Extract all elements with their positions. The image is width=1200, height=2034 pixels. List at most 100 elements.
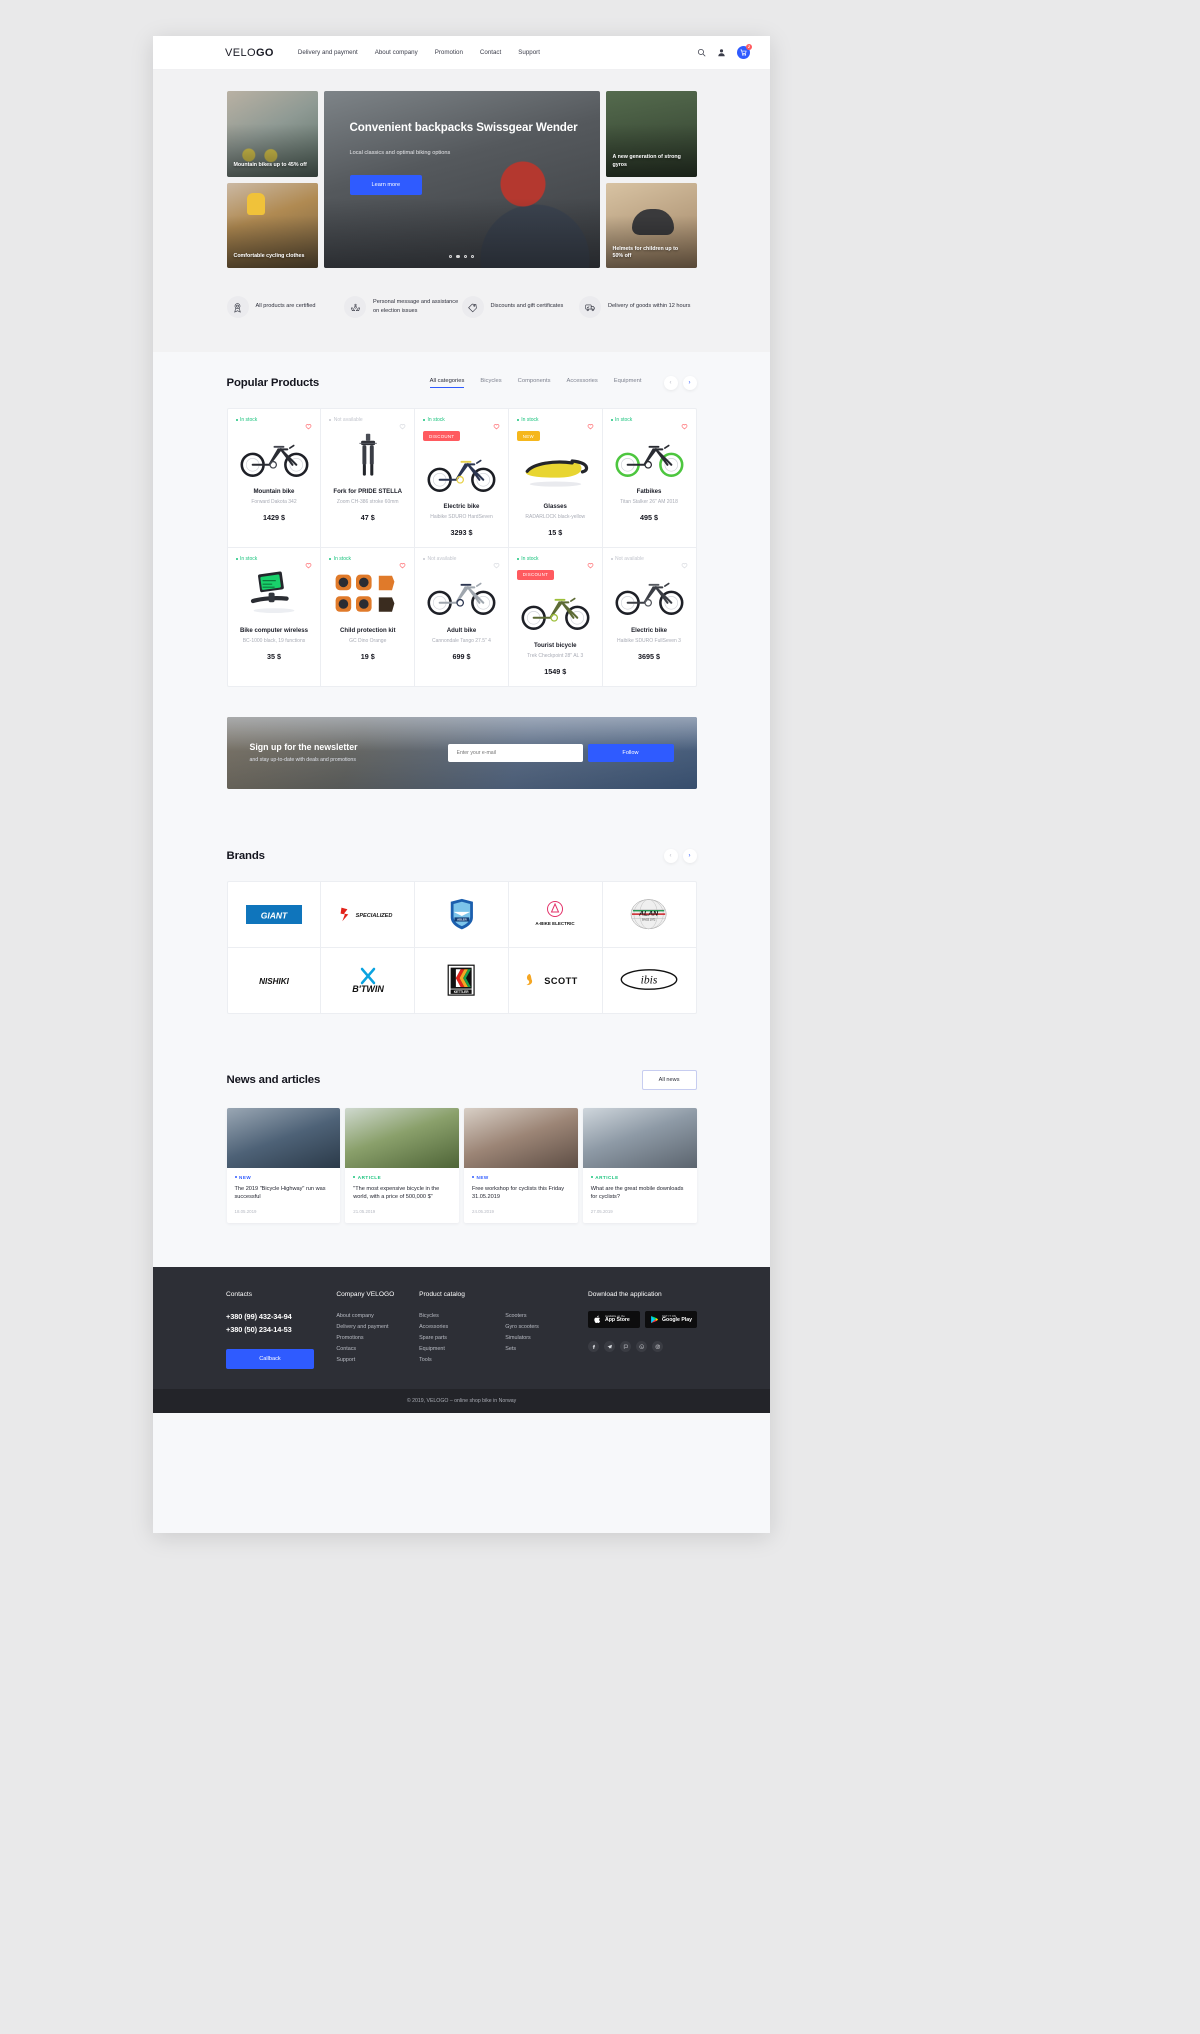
brand-logo-kettler[interactable]: KETTLER: [415, 947, 508, 1013]
callback-button[interactable]: Callback: [226, 1348, 314, 1369]
nav-item-2[interactable]: Promotion: [435, 49, 463, 56]
news-card[interactable]: ARTICLE What are the great mobile downlo…: [582, 1107, 697, 1223]
brands-next-button[interactable]: ›: [682, 848, 697, 863]
product-card[interactable]: In stock Child protection kit GC Dino Or…: [321, 547, 415, 686]
product-card[interactable]: In stock DISCOUNT Electric bike Haibike …: [415, 409, 508, 547]
brand-logo-nishiki[interactable]: NISHIKI: [227, 947, 321, 1013]
product-card[interactable]: In stock Bike computer wireless BC-1000 …: [227, 547, 321, 686]
product-card[interactable]: In stock Fatbikes Titan Stalker 26" AM 2…: [602, 409, 696, 547]
brand-logo-alan[interactable]: ALAN SINCE 1972: [602, 881, 696, 947]
favorite-icon[interactable]: [587, 556, 594, 569]
instagram-icon[interactable]: [652, 1340, 664, 1352]
favorite-icon[interactable]: [305, 556, 312, 569]
nav-item-4[interactable]: Support: [518, 49, 540, 56]
favorite-icon[interactable]: [681, 556, 688, 569]
news-card[interactable]: NEW Free workshop for cyclists this Frid…: [464, 1107, 578, 1223]
footer-company-link-2[interactable]: Promotions: [336, 1333, 419, 1344]
tab-bicycles[interactable]: Bicycles: [480, 378, 501, 388]
footer-catalog-link-2[interactable]: Spare parts: [419, 1333, 505, 1344]
svg-text:A-BIKE ELECTRIC: A-BIKE ELECTRIC: [536, 921, 576, 926]
product-image: [517, 586, 594, 634]
tab-components[interactable]: Components: [518, 378, 551, 388]
logo[interactable]: VELOGO: [225, 47, 274, 59]
brand-logo-adler[interactable]: ADLER: [415, 881, 508, 947]
facebook-icon[interactable]: [588, 1340, 600, 1352]
news-card[interactable]: ARTICLE "The most expensive bicycle in t…: [345, 1107, 459, 1223]
footer-phone-1[interactable]: +380 (99) 432-34-94: [226, 1311, 336, 1324]
next-arrow-button[interactable]: ›: [682, 376, 697, 390]
product-card[interactable]: In stock NEW Glasses RADARLOCK black-yel…: [508, 409, 602, 547]
footer-company-link-1[interactable]: Delivery and payment: [336, 1322, 419, 1333]
brand-logo-ibis[interactable]: ibis: [602, 947, 696, 1013]
brand-logo-giant[interactable]: GIANT: [227, 881, 321, 947]
footer-company-link-4[interactable]: Support: [336, 1355, 419, 1366]
all-news-button[interactable]: All news: [641, 1069, 697, 1090]
product-card-top: In stock: [235, 556, 313, 569]
delivery-truck-icon: [579, 296, 601, 318]
prev-arrow-button[interactable]: ‹: [663, 376, 678, 390]
tab-accessories[interactable]: Accessories: [567, 378, 598, 388]
footer-catalog-link-3[interactable]: Equipment: [419, 1344, 505, 1355]
favorite-icon[interactable]: [399, 417, 406, 430]
footer-catalog-link-b-3[interactable]: Sets: [505, 1344, 588, 1355]
carousel-dot[interactable]: [463, 254, 467, 258]
appstore-badge[interactable]: Available on the App Store: [588, 1310, 641, 1328]
favorite-icon[interactable]: [399, 556, 406, 569]
footer-catalog-link-4[interactable]: Tools: [419, 1355, 505, 1366]
favorite-icon[interactable]: [587, 417, 594, 430]
telegram-icon[interactable]: [604, 1340, 616, 1352]
favorite-icon[interactable]: [681, 417, 688, 430]
carousel-dot[interactable]: [470, 254, 475, 258]
footer-catalog-link-0[interactable]: Bicycles: [419, 1311, 505, 1322]
brand-logo-scott[interactable]: SCOTT: [508, 947, 602, 1013]
favorite-icon[interactable]: [493, 556, 500, 569]
product-card[interactable]: Not available Adult bike Cannondale Tang…: [415, 547, 508, 686]
user-account-icon[interactable]: [717, 48, 726, 57]
product-card[interactable]: In stock DISCOUNT Tourist bicycle Trek C…: [508, 547, 602, 686]
tab-equipment[interactable]: Equipment: [614, 378, 642, 388]
footer-company-link-3[interactable]: Contacs: [336, 1344, 419, 1355]
hero-left-tiles: Mountain bikes up to 45% off Comfortable…: [226, 91, 318, 268]
promo-tile-helmets[interactable]: Helmets for children up to 50% off: [605, 182, 697, 268]
promo-tile-cycling-clothes[interactable]: Comfortable cycling clothes: [226, 182, 318, 268]
news-badge: NEW: [234, 1175, 333, 1180]
footer-phone-2[interactable]: +380 (50) 234-14-53: [226, 1324, 336, 1337]
stock-status: In stock: [516, 556, 539, 562]
nav-item-1[interactable]: About company: [375, 49, 418, 56]
brand-logo-specialized[interactable]: SPECIALIZED: [321, 881, 415, 947]
carousel-dot[interactable]: [456, 254, 460, 258]
footer-catalog-link-b-0[interactable]: Scooters: [505, 1311, 588, 1322]
promo-tile-caption: Helmets for children up to 50% off: [612, 245, 679, 260]
footer-catalog-link-b-1[interactable]: Gyro scooters: [505, 1322, 588, 1333]
brand-logo-b-twin[interactable]: B'TWIN: [321, 947, 415, 1013]
product-card[interactable]: Not available Electric bike Haibike SDUR…: [602, 547, 696, 686]
email-field[interactable]: [447, 743, 583, 762]
carousel-dot[interactable]: [448, 254, 453, 258]
nav-item-0[interactable]: Delivery and payment: [298, 49, 358, 56]
search-icon[interactable]: [697, 48, 706, 57]
product-card[interactable]: Not available Fork for PRIDE STELLA Zoom…: [321, 409, 415, 547]
googleplay-badge[interactable]: GET IT ON Google Play: [645, 1310, 698, 1328]
whatsapp-icon[interactable]: [636, 1340, 648, 1352]
tab-all-categories[interactable]: All categories: [429, 378, 465, 388]
product-card[interactable]: In stock Mountain bike Forward Dakota 34…: [227, 409, 321, 547]
favorite-icon[interactable]: [493, 417, 500, 430]
footer-catalog-link-1[interactable]: Accessories: [419, 1322, 505, 1333]
promo-tile-gyros[interactable]: A new generation of strong gyros: [605, 91, 697, 177]
viber-icon[interactable]: [620, 1340, 632, 1352]
logo-suffix: GO: [255, 46, 274, 59]
news-date: 24.05.2019: [472, 1208, 494, 1214]
promo-tile-mountain-bikes[interactable]: Mountain bikes up to 45% off: [226, 91, 318, 177]
nav-item-3[interactable]: Contact: [480, 49, 501, 56]
follow-button[interactable]: Follow: [587, 743, 674, 762]
brands-prev-button[interactable]: ‹: [663, 848, 678, 863]
news-card[interactable]: NEW The 2019 "Bicycle Highway" run was s…: [226, 1107, 341, 1223]
brand-logo-a-bike-electric[interactable]: A-BIKE ELECTRIC: [508, 881, 602, 947]
hero-learn-more-button[interactable]: Learn more: [349, 175, 423, 196]
stock-status: In stock: [610, 417, 632, 423]
hero-main-slide[interactable]: Convenient backpacks Swissgear Wender Lo…: [323, 91, 600, 268]
cart-button[interactable]: 2: [737, 44, 752, 59]
footer-catalog-link-b-2[interactable]: Simulators: [505, 1333, 588, 1344]
favorite-icon[interactable]: [305, 417, 312, 430]
footer-company-link-0[interactable]: About company: [336, 1311, 419, 1322]
